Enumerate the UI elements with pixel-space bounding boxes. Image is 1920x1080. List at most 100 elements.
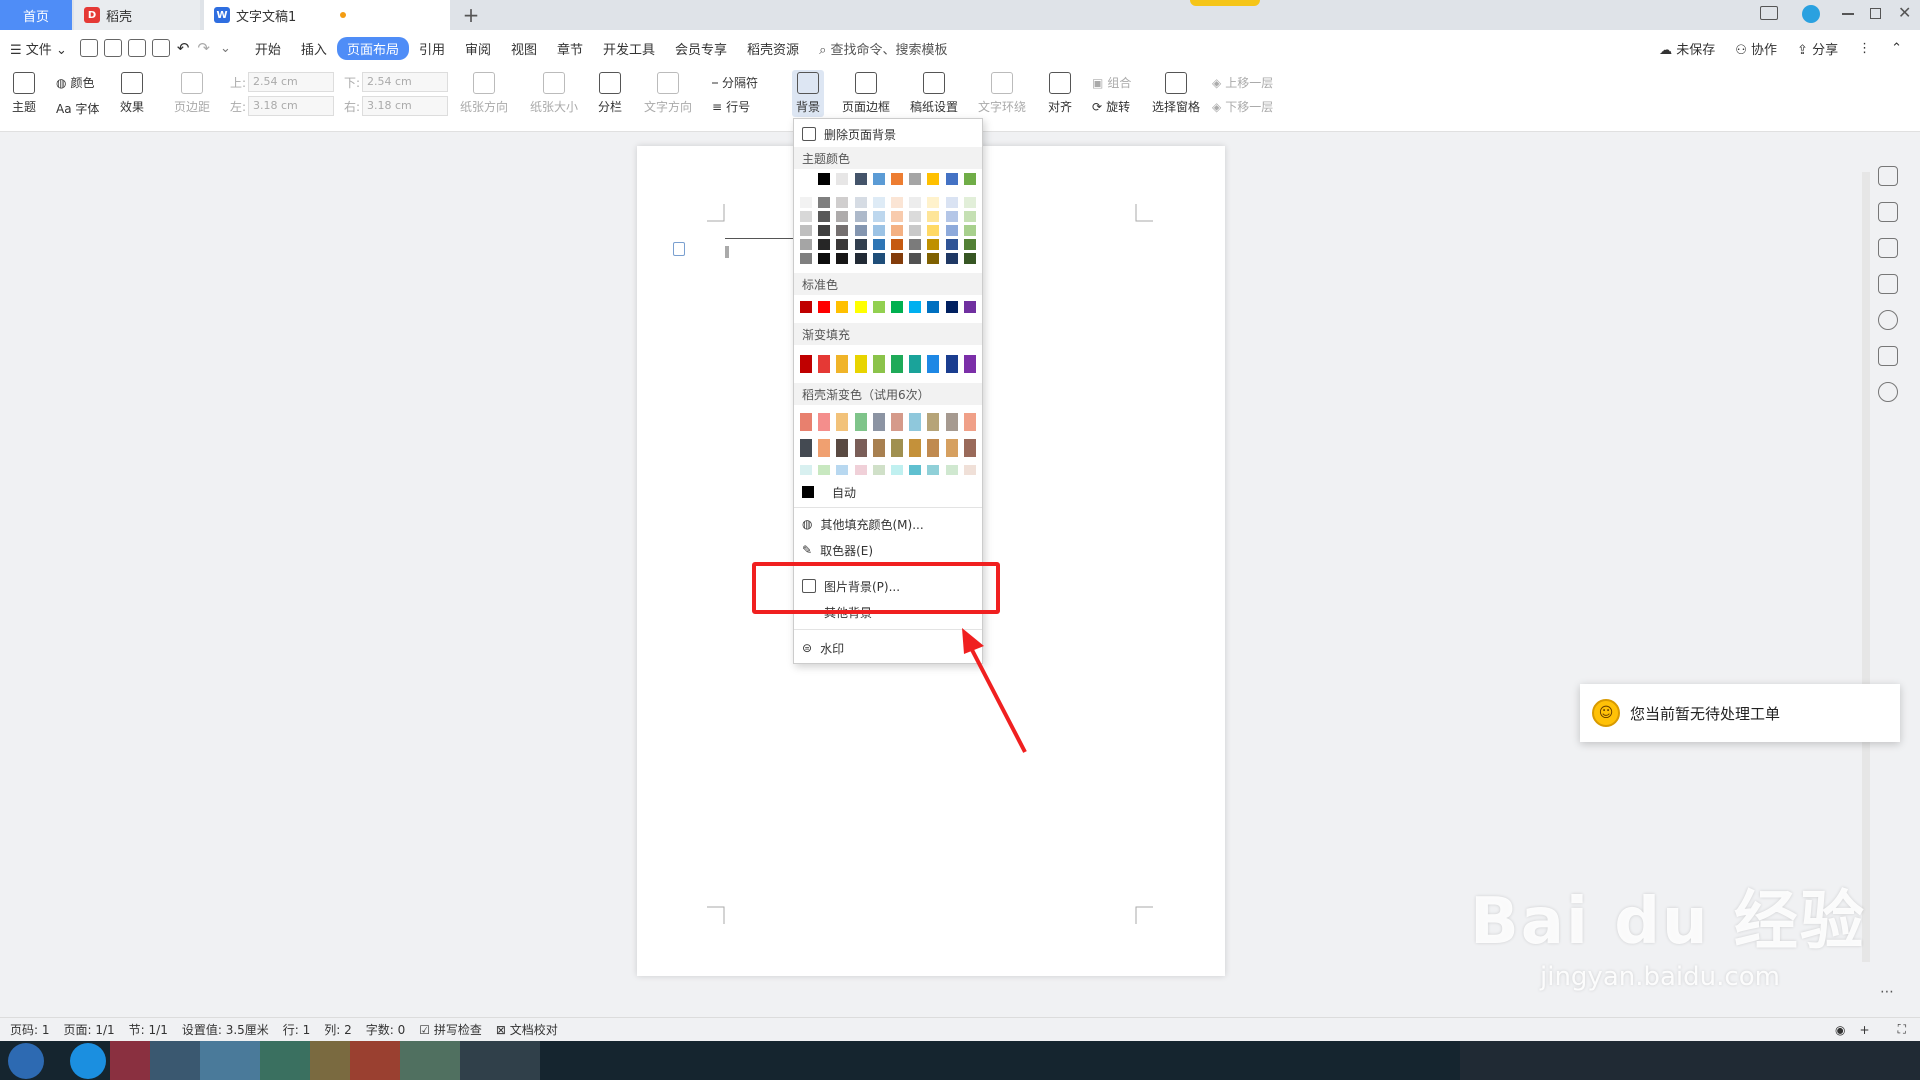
daoke-gradient-swatch[interactable] xyxy=(818,413,831,431)
daoke-gradient-swatch[interactable] xyxy=(909,439,922,457)
save-icon[interactable] xyxy=(79,39,98,57)
gradient-swatch[interactable] xyxy=(927,355,940,373)
more-icon[interactable]: ⋮ xyxy=(1848,41,1881,56)
eyedropper-item[interactable]: ✎ 取色器(E) xyxy=(794,537,982,563)
theme-shade-swatch[interactable] xyxy=(945,211,958,222)
draft-settings-button[interactable]: 稿纸设置 xyxy=(910,72,958,115)
theme-shade-swatch[interactable] xyxy=(945,197,958,208)
theme-color-swatch[interactable] xyxy=(891,173,903,185)
theme-shade-swatch[interactable] xyxy=(909,239,922,250)
menu-start[interactable]: 开始 xyxy=(245,39,291,58)
menu-developer[interactable]: 开发工具 xyxy=(593,39,665,58)
gradient-swatch[interactable] xyxy=(800,355,812,373)
theme-shade-swatch[interactable] xyxy=(945,225,958,236)
standard-color-swatch[interactable] xyxy=(872,301,885,313)
system-tray[interactable] xyxy=(1460,1041,1920,1080)
theme-color-swatch[interactable] xyxy=(909,173,922,185)
theme-shade-swatch[interactable] xyxy=(800,197,812,208)
undo-icon[interactable]: ↶ xyxy=(173,39,194,57)
line-number-button[interactable]: ≡ 行号 xyxy=(712,98,750,115)
print-preview-icon[interactable] xyxy=(151,39,170,57)
window-switch-icon[interactable] xyxy=(1760,6,1778,20)
color-button[interactable]: ◍ 颜色 xyxy=(56,74,95,91)
export-pdf-icon[interactable] xyxy=(103,39,122,57)
promo-banner[interactable] xyxy=(1190,0,1260,6)
command-search[interactable]: ⌕ 查找命令、搜索模板 xyxy=(809,39,957,58)
daoke-gradient-swatch[interactable] xyxy=(800,465,812,475)
daoke-gradient-swatch[interactable] xyxy=(891,439,903,457)
standard-color-swatch[interactable] xyxy=(909,301,922,313)
daoke-gradient-swatch[interactable] xyxy=(818,439,831,457)
taskbar-app[interactable] xyxy=(400,1041,460,1080)
bring-forward-button[interactable]: ◈ 上移一层 xyxy=(1212,74,1273,91)
theme-shade-swatch[interactable] xyxy=(854,225,867,236)
customize-toolbar-icon[interactable]: ⌄ xyxy=(214,41,237,56)
theme-shade-swatch[interactable] xyxy=(909,197,922,208)
theme-shade-swatch[interactable] xyxy=(818,253,831,264)
rotate-button[interactable]: ⟳ 旋转 xyxy=(1092,98,1130,115)
theme-shade-swatch[interactable] xyxy=(854,253,867,264)
theme-shade-swatch[interactable] xyxy=(891,225,903,236)
daoke-gradient-swatch[interactable] xyxy=(927,465,940,475)
theme-color-swatch[interactable] xyxy=(800,173,812,185)
gradient-swatch[interactable] xyxy=(818,355,831,373)
daoke-gradient-swatch[interactable] xyxy=(872,439,885,457)
margin-right-input[interactable]: 3.18 cm xyxy=(362,96,448,116)
eye-protect-icon[interactable]: ◉ xyxy=(1835,1023,1845,1037)
daoke-gradient-swatch[interactable] xyxy=(854,465,867,475)
font-button[interactable]: Aa 字体 xyxy=(56,100,99,117)
fullscreen-icon[interactable]: ⛶ xyxy=(1898,1022,1906,1037)
taskbar-app[interactable] xyxy=(200,1041,260,1080)
daoke-gradient-swatch[interactable] xyxy=(854,413,867,431)
menu-daoke-resources[interactable]: 稻壳资源 xyxy=(737,39,809,58)
theme-shade-swatch[interactable] xyxy=(927,225,940,236)
proofread-button[interactable]: ⊠ 文档校对 xyxy=(496,1021,558,1038)
ticket-toast[interactable]: ☺ 您当前暂无待处理工单 xyxy=(1580,684,1900,742)
taskbar-app[interactable] xyxy=(350,1041,400,1080)
daoke-gradient-swatch[interactable] xyxy=(800,413,812,431)
orientation-button[interactable]: 纸张方向 xyxy=(460,72,508,115)
theme-color-swatch[interactable] xyxy=(945,173,958,185)
vertical-scrollbar[interactable] xyxy=(1862,172,1870,962)
daoke-gradient-swatch[interactable] xyxy=(836,439,849,457)
group-button[interactable]: ▣ 组合 xyxy=(1092,74,1131,91)
gradient-swatch[interactable] xyxy=(963,355,976,373)
margin-left-input[interactable]: 3.18 cm xyxy=(248,96,334,116)
theme-shade-swatch[interactable] xyxy=(963,211,976,222)
menu-references[interactable]: 引用 xyxy=(409,39,455,58)
margins-button[interactable]: 页边距 xyxy=(174,72,210,115)
theme-shade-swatch[interactable] xyxy=(909,253,922,264)
page-border-button[interactable]: 页面边框 xyxy=(842,72,890,115)
taskbar-app[interactable] xyxy=(110,1041,150,1080)
rocket-icon[interactable] xyxy=(1878,166,1898,186)
taskbar-app[interactable] xyxy=(460,1041,540,1080)
theme-shade-swatch[interactable] xyxy=(854,211,867,222)
location-icon[interactable] xyxy=(1878,382,1898,402)
taskbar-app[interactable] xyxy=(260,1041,310,1080)
theme-shade-swatch[interactable] xyxy=(836,239,849,250)
status-word-count[interactable]: 字数: 0 xyxy=(366,1021,406,1038)
theme-shade-swatch[interactable] xyxy=(854,239,867,250)
theme-shade-swatch[interactable] xyxy=(945,253,958,264)
tab-daoke[interactable]: D 稻壳 xyxy=(74,0,200,30)
share-button[interactable]: ⇪ 分享 xyxy=(1787,39,1848,58)
theme-shade-swatch[interactable] xyxy=(800,225,812,236)
remove-background-item[interactable]: 删除页面背景 xyxy=(794,121,982,147)
settings-sliders-icon[interactable] xyxy=(1878,274,1898,294)
theme-color-swatch[interactable] xyxy=(963,173,976,185)
daoke-gradient-swatch[interactable] xyxy=(963,465,976,475)
standard-color-swatch[interactable] xyxy=(800,301,812,313)
theme-shade-swatch[interactable] xyxy=(872,225,885,236)
daoke-gradient-swatch[interactable] xyxy=(963,413,976,431)
tab-home[interactable]: 首页 xyxy=(0,0,72,30)
daoke-gradient-swatch[interactable] xyxy=(963,439,976,457)
select-pane-button[interactable]: 选择窗格 xyxy=(1152,72,1200,115)
menu-view[interactable]: 视图 xyxy=(501,39,547,58)
standard-color-swatch[interactable] xyxy=(963,301,976,313)
daoke-gradient-swatch[interactable] xyxy=(927,439,940,457)
gradient-swatch[interactable] xyxy=(891,355,903,373)
margin-top-input[interactable]: 2.54 cm xyxy=(248,72,334,92)
theme-shade-swatch[interactable] xyxy=(872,211,885,222)
auto-color-item[interactable]: 自动 xyxy=(794,479,982,505)
collab-button[interactable]: ⚇ 协作 xyxy=(1725,39,1787,58)
